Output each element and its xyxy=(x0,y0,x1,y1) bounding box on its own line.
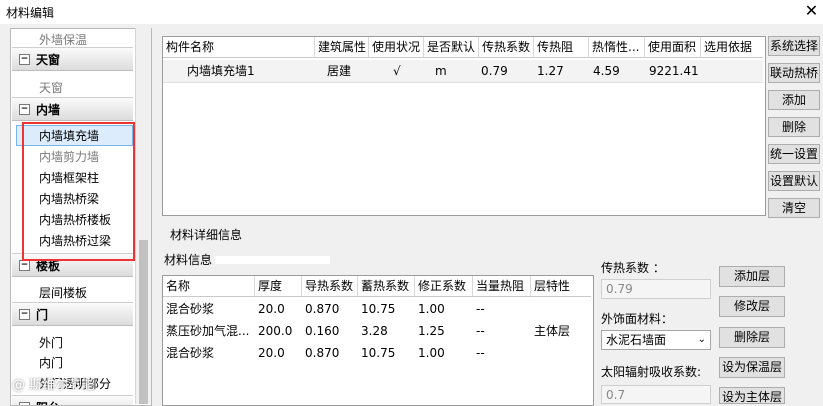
cell-usage: √ xyxy=(393,64,401,78)
solar-absorption-label: 太阳辐射吸收系数: xyxy=(601,365,702,379)
table-row[interactable]: 混合砂浆 20.0 0.870 10.75 1.00 -- xyxy=(163,344,591,363)
column-header[interactable]: 当量热阻 xyxy=(473,276,531,297)
column-header[interactable]: 层特性 xyxy=(531,276,591,297)
cell-d: 4.59 xyxy=(593,64,620,78)
delete-layer-button[interactable]: 删除层 xyxy=(719,327,785,348)
cell-correction: 1.25 xyxy=(418,324,445,338)
link-thermal-bridge-button[interactable]: 联动热桥 xyxy=(768,63,820,83)
cell-conductivity: 0.160 xyxy=(305,324,340,338)
cell-correction: 1.00 xyxy=(418,302,445,316)
close-icon[interactable]: ✕ xyxy=(800,0,823,22)
clear-button[interactable]: 清空 xyxy=(768,198,820,218)
set-insulation-layer-button[interactable]: 设为保温层 xyxy=(719,357,785,378)
cell-attr: 居建 xyxy=(327,64,352,78)
set-default-button[interactable]: 设置默认 xyxy=(768,171,820,191)
column-header[interactable]: 名称 xyxy=(163,276,255,297)
column-header[interactable]: 导热系数 xyxy=(302,276,358,297)
cell-heat-storage: 10.75 xyxy=(361,346,396,360)
tree-category-label: 门 xyxy=(36,308,49,322)
materials-table: 名称 厚度 导热系数 蓄热系数 修正系数 当量热阻 层特性 混合砂浆 20.0 … xyxy=(162,275,594,406)
material-info-label: 材料信息 xyxy=(164,253,213,267)
annotation-highlight-box xyxy=(22,122,135,261)
tree-item-interfloor-slab[interactable]: 层间楼板 xyxy=(39,284,87,301)
cell-thickness: 20.0 xyxy=(258,302,285,316)
cell-material: 混合砂浆 xyxy=(166,302,215,316)
cell-material: 蒸压砂加气混... xyxy=(166,324,250,338)
column-header[interactable]: 是否默认 xyxy=(424,37,479,58)
column-header[interactable]: 热惰性... xyxy=(589,37,645,58)
tree-item-exterior-door[interactable]: 外门 xyxy=(39,334,63,351)
column-header[interactable]: 建筑属性 xyxy=(315,37,369,58)
tree-item-cut[interactable]: 外墙保温 xyxy=(39,31,87,48)
components-table: 构件名称 建筑属性 使用状况 是否默认 传热系数 传热阻 热惰性... 使用面积… xyxy=(162,36,766,216)
column-header[interactable]: 传热阻 xyxy=(534,37,589,58)
cell-layer-type: 主体层 xyxy=(534,324,571,338)
table-row[interactable]: 混合砂浆 20.0 0.870 10.75 1.00 -- xyxy=(163,300,591,319)
solar-absorption-field: 0.7 xyxy=(601,385,711,404)
cell-conductivity: 0.870 xyxy=(305,302,340,316)
cell-r: 1.27 xyxy=(537,64,564,78)
tree-category-skylight[interactable]: − 天窗 xyxy=(12,47,133,71)
collapse-icon[interactable]: − xyxy=(19,260,30,271)
table-row[interactable]: 内墙填充墙1 居建 √ m 0.79 1.27 4.59 9221.41 xyxy=(163,60,763,83)
tree-category-interior-wall[interactable]: − 内墙 xyxy=(12,97,133,121)
title-bar xyxy=(0,0,823,24)
tree-category-door[interactable]: − 门 xyxy=(12,302,133,326)
info-divider xyxy=(215,256,330,264)
unify-settings-button[interactable]: 统一设置 xyxy=(768,144,820,164)
cell-correction: 1.00 xyxy=(418,346,445,360)
cell-u: 0.79 xyxy=(481,64,508,78)
finish-material-value: 水泥石墙面 xyxy=(606,333,667,347)
cell-equiv-r: -- xyxy=(476,302,485,316)
collapse-icon[interactable]: − xyxy=(19,54,30,65)
heat-coef-field: 0.79 xyxy=(601,279,711,299)
finish-material-select[interactable]: 水泥石墙面 ⌄ xyxy=(601,330,711,350)
cell-heat-storage: 3.28 xyxy=(361,324,388,338)
cell-default: m xyxy=(435,64,447,78)
cell-conductivity: 0.870 xyxy=(305,346,340,360)
collapse-icon[interactable]: − xyxy=(19,104,30,115)
cell-name: 内墙填充墙1 xyxy=(187,64,255,78)
cell-area: 9221.41 xyxy=(649,64,699,78)
column-header[interactable]: 选用依据 xyxy=(701,37,763,58)
tree-category-label: 天窗 xyxy=(36,53,61,67)
cell-equiv-r: -- xyxy=(476,324,485,338)
column-header[interactable]: 传热系数 xyxy=(479,37,534,58)
section-title: 材料详细信息 xyxy=(170,228,243,242)
add-button[interactable]: 添加 xyxy=(768,90,820,110)
column-header[interactable]: 厚度 xyxy=(255,276,302,297)
watermark: @ 斯维尔节能 xyxy=(12,378,95,393)
tree-category-balcony[interactable]: − 阳台 xyxy=(12,395,133,405)
column-header[interactable]: 修正系数 xyxy=(415,276,473,297)
set-main-layer-button[interactable]: 设为主体层 xyxy=(719,387,785,404)
tree-scrollbar-thumb[interactable] xyxy=(139,240,148,404)
cell-material: 混合砂浆 xyxy=(166,346,215,360)
column-header[interactable]: 构件名称 xyxy=(163,37,315,58)
column-header[interactable]: 蓄热系数 xyxy=(358,276,415,297)
collapse-icon[interactable]: − xyxy=(19,402,30,405)
tree-category-label: 阳台 xyxy=(36,399,60,405)
collapse-icon[interactable]: − xyxy=(19,309,30,320)
tree-item-skylight[interactable]: 天窗 xyxy=(39,79,63,96)
tree-category-label: 内墙 xyxy=(36,103,61,117)
window-title: 材料编辑 xyxy=(6,6,55,20)
cell-heat-storage: 10.75 xyxy=(361,302,396,316)
column-header[interactable]: 使用面积 xyxy=(645,37,701,58)
finish-material-label: 外饰面材料： xyxy=(601,312,674,326)
cell-thickness: 20.0 xyxy=(258,346,285,360)
modify-layer-button[interactable]: 修改层 xyxy=(719,296,785,317)
tree-item-interior-door[interactable]: 内门 xyxy=(39,354,63,371)
cell-equiv-r: -- xyxy=(476,346,485,360)
system-select-button[interactable]: 系统选择 xyxy=(768,36,820,56)
column-header[interactable]: 使用状况 xyxy=(369,37,424,58)
delete-button[interactable]: 删除 xyxy=(768,117,820,137)
cell-thickness: 200.0 xyxy=(258,324,293,338)
add-layer-button[interactable]: 添加层 xyxy=(719,266,785,287)
table-row[interactable]: 蒸压砂加气混... 200.0 0.160 3.28 1.25 -- 主体层 xyxy=(163,322,591,341)
heat-coef-label: 传热系数 ： xyxy=(601,261,665,275)
chevron-down-icon[interactable]: ⌄ xyxy=(698,331,706,349)
